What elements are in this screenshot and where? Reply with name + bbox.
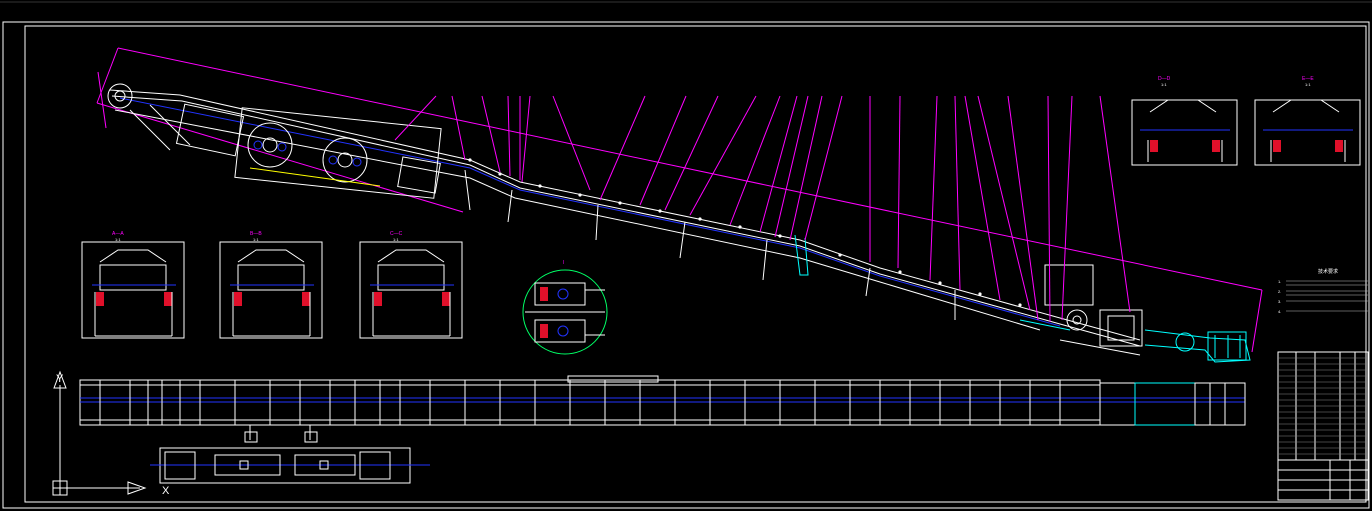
detail-view-label: I bbox=[563, 260, 564, 266]
section-b-scale: 1:1 bbox=[253, 237, 259, 242]
conveyor-plan-view bbox=[79, 375, 1246, 484]
detail-view-i: I bbox=[522, 260, 608, 355]
section-c-scale: 1:1 bbox=[393, 237, 399, 242]
note-line-1: 1. bbox=[1278, 279, 1281, 284]
section-view-e: E—E 1:1 bbox=[1254, 76, 1361, 166]
ucs-axis-icon: Y X bbox=[52, 370, 170, 497]
conveyor-elevation-view bbox=[96, 47, 1263, 363]
note-line-4: 4. bbox=[1278, 309, 1281, 314]
section-a-scale: 1:1 bbox=[115, 237, 121, 242]
note-line-2: 2. bbox=[1278, 289, 1281, 294]
section-d-scale: 1:1 bbox=[1161, 82, 1167, 87]
axis-x-label: X bbox=[162, 485, 170, 497]
technical-notes: 技术要求 1. 2. 3. 4. bbox=[1278, 268, 1368, 314]
section-view-b: B—B 1:1 bbox=[219, 231, 323, 339]
section-view-d: D—D 1:1 bbox=[1131, 76, 1238, 166]
note-line-3: 3. bbox=[1278, 299, 1281, 304]
axis-y-label: Y bbox=[56, 373, 64, 385]
notes-title: 技术要求 bbox=[1318, 268, 1338, 275]
section-e-scale: 1:1 bbox=[1305, 82, 1311, 87]
outer-sheet-border bbox=[2, 21, 1370, 509]
title-block bbox=[1277, 351, 1369, 501]
section-view-a: A—A 1:1 bbox=[81, 231, 185, 339]
cad-drawing-canvas[interactable]: A—A 1:1 B—B 1:1 C—C 1:1 I D—D 1:1 E—E 1:… bbox=[0, 0, 1372, 511]
section-view-c: C—C 1:1 bbox=[359, 231, 463, 339]
inner-sheet-border bbox=[24, 25, 1367, 503]
